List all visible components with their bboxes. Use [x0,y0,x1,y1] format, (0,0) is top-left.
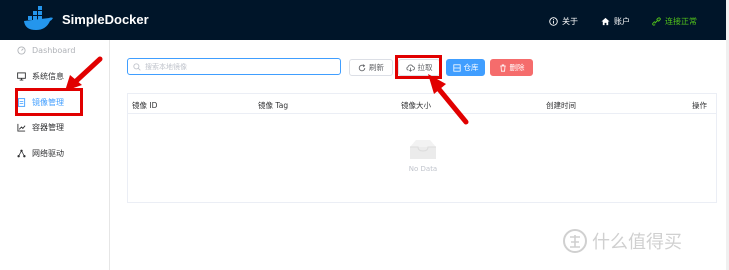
trash-icon [499,64,506,72]
watermark-text: 什么值得买 [592,232,682,253]
delete-label: 删除 [509,63,525,72]
empty-box-icon [410,140,436,159]
column-header-image-tag[interactable]: 镜像 Tag [258,100,288,111]
sidebar-item-label: 容器管理 [32,122,64,132]
refresh-button[interactable]: 刷新 [349,59,393,76]
search-input[interactable] [145,62,335,71]
account-label: 账户 [614,16,630,26]
account-link[interactable]: 账户 [601,15,630,27]
annotation-arrow-pull [428,74,469,125]
search-box[interactable] [127,58,341,75]
link-icon [652,16,661,26]
site-watermark: 什么值得买 [562,228,682,254]
watermark-logo-icon [563,229,587,253]
chart-icon [16,122,26,132]
sidebar-item-label: 网络驱动 [32,148,64,158]
home-icon [601,17,610,25]
monitor-icon [16,71,26,81]
info-icon [549,16,558,26]
empty-text: No Data [408,165,438,173]
top-header: SimpleDocker 关于 账户 连接正常 [0,0,726,40]
app-title: SimpleDocker [62,12,149,27]
sidebar-item-container-management[interactable]: 容器管理 [0,116,110,138]
empty-state: No Data [378,138,468,173]
column-header-image-id[interactable]: 镜像 ID [132,100,157,111]
network-icon [16,148,26,158]
dashboard-icon [16,45,26,55]
delete-button[interactable]: 删除 [490,59,533,76]
refresh-label: 刷新 [369,63,384,72]
connection-status: 连接正常 [652,15,697,27]
connection-status-label: 连接正常 [665,16,697,26]
about-label: 关于 [562,16,578,26]
about-link[interactable]: 关于 [549,15,578,27]
column-header-actions[interactable]: 操作 [692,100,707,111]
refresh-icon [358,63,366,71]
sidebar-item-label: Dashboard [32,45,76,55]
column-header-created-time[interactable]: 创建时间 [546,100,576,111]
docker-whale-icon [22,6,54,34]
sidebar-item-network-driver[interactable]: 网络驱动 [0,142,110,164]
search-icon [133,62,141,71]
annotation-arrow-sidebar [65,56,103,91]
